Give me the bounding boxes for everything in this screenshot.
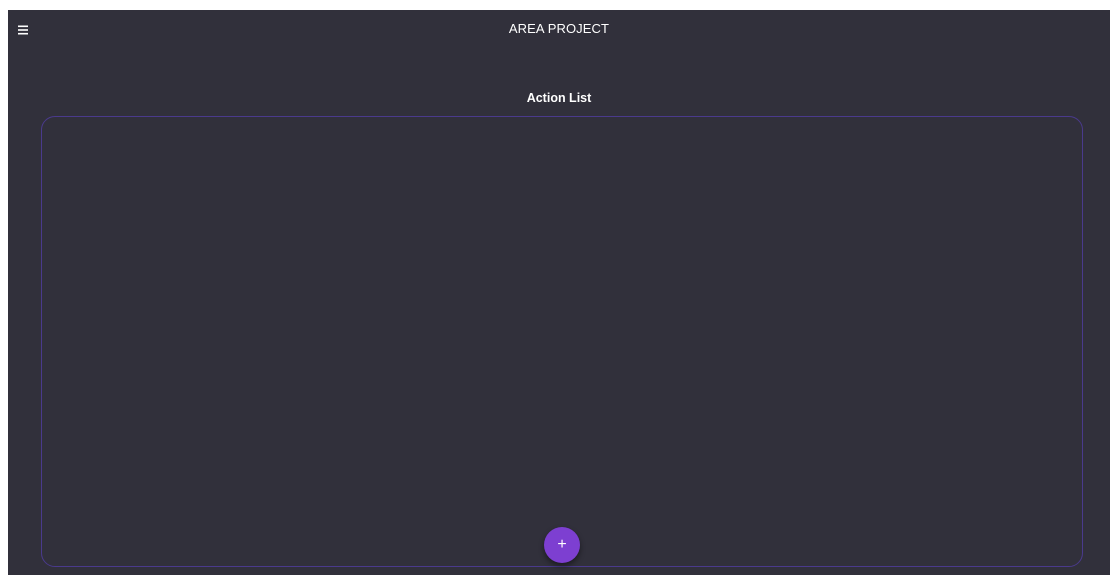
plus-icon: + bbox=[557, 536, 567, 553]
app-window: AREA PROJECT Action List + bbox=[8, 10, 1110, 575]
action-list-title: Action List bbox=[526, 91, 592, 105]
action-list-panel bbox=[41, 116, 1083, 567]
app-title: AREA PROJECT bbox=[508, 21, 610, 36]
app-bar: AREA PROJECT bbox=[8, 10, 1110, 50]
add-action-button[interactable]: + bbox=[544, 527, 580, 563]
